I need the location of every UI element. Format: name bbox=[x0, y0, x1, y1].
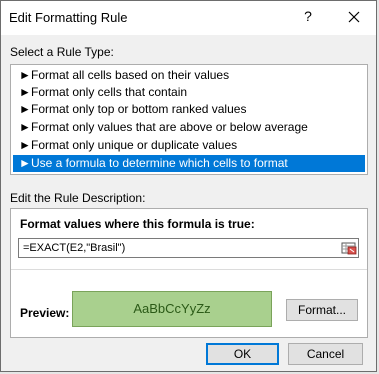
rule-type-item[interactable]: ►Format only values that are above or be… bbox=[13, 119, 365, 136]
format-button[interactable]: Format... bbox=[286, 299, 358, 321]
rule-type-item[interactable]: ►Format only top or bottom ranked values bbox=[13, 101, 365, 118]
ok-button[interactable]: OK bbox=[206, 343, 279, 365]
dialog-title: Edit Formatting Rule bbox=[9, 10, 128, 25]
bullet-icon: ► bbox=[19, 138, 31, 152]
bullet-icon: ► bbox=[19, 68, 31, 82]
rule-type-label: Select a Rule Type: bbox=[10, 45, 114, 59]
formula-label: Format values where this formula is true… bbox=[20, 217, 255, 231]
rule-type-item[interactable]: ►Format only cells that contain bbox=[13, 84, 365, 101]
rule-type-item[interactable]: ►Format only unique or duplicate values bbox=[13, 137, 365, 154]
rule-description-panel: Format values where this formula is true… bbox=[10, 208, 368, 338]
title-bar: Edit Formatting Rule ? bbox=[1, 1, 376, 35]
help-button[interactable]: ? bbox=[301, 8, 315, 24]
rule-type-item-selected[interactable]: ►Use a formula to determine which cells … bbox=[13, 155, 365, 172]
divider bbox=[11, 269, 367, 270]
rule-type-item[interactable]: ►Format all cells based on their values bbox=[13, 67, 365, 84]
preview-label: Preview: bbox=[20, 306, 70, 320]
close-button[interactable] bbox=[341, 3, 367, 31]
formula-value: =EXACT(E2,"Brasil") bbox=[23, 242, 126, 254]
cancel-button[interactable]: Cancel bbox=[288, 343, 363, 365]
formula-input[interactable]: =EXACT(E2,"Brasil") bbox=[18, 238, 359, 258]
preview-swatch: AaBbCcYyZz bbox=[72, 291, 272, 327]
rule-type-list[interactable]: ►Format all cells based on their values … bbox=[10, 64, 368, 175]
bullet-icon: ► bbox=[19, 156, 31, 170]
close-icon bbox=[348, 11, 360, 23]
bullet-icon: ► bbox=[19, 120, 31, 134]
range-select-icon bbox=[341, 242, 357, 255]
bullet-icon: ► bbox=[19, 102, 31, 116]
bullet-icon: ► bbox=[19, 85, 31, 99]
rule-description-label: Edit the Rule Description: bbox=[10, 191, 146, 205]
edit-formatting-rule-dialog: Edit Formatting Rule ? Select a Rule Typ… bbox=[0, 0, 377, 372]
collapse-dialog-button[interactable] bbox=[341, 240, 357, 256]
